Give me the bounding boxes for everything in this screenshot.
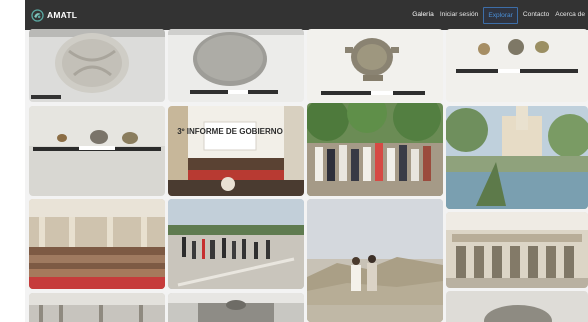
gallery-photo-building-dome[interactable] [168,293,304,322]
photo-image [446,291,588,322]
photo-image [446,212,588,288]
photo-image [29,293,165,322]
informe-sign-text: 3º INFORME DE GOBIERNO [177,127,283,136]
nav-menu: Galería Iniciar sesión Explorar Contacto… [409,0,588,30]
nav-link-galeria[interactable]: Galería [409,0,437,30]
gallery-photo-plaza-church[interactable] [446,106,588,209]
gallery-photo-three-stones[interactable] [446,29,588,102]
photo-image [307,103,443,196]
gallery-photo-stone-fragment[interactable] [29,29,165,102]
nav-link-contacto[interactable]: Contacto [520,0,552,30]
photo-image [446,106,588,209]
page-frame: AMATL Galería Iniciar sesión Explorar Co… [25,0,588,322]
nav-link-acerca-de[interactable]: Acerca de [552,0,588,30]
gallery-photo-arched-facade[interactable] [446,212,588,288]
gallery-photo-stone-object[interactable] [446,291,588,322]
gallery-photo-informe-stage[interactable]: 3º INFORME DE GOBIERNO [168,106,304,196]
photo-image [29,106,165,196]
photo-image [168,199,304,289]
gallery-photo-procession[interactable] [168,199,304,289]
nav-link-explorar[interactable]: Explorar [483,6,518,24]
photo-image [307,199,443,322]
amatl-logo-icon [31,8,44,22]
photo-image: 3º INFORME DE GOBIERNO [168,106,304,196]
nav-link-iniciar-sesion[interactable]: Iniciar sesión [437,0,481,30]
photo-image [307,29,443,102]
gallery-photo-stone-handles[interactable] [307,29,443,102]
gallery-photo-hillside-couple[interactable] [307,199,443,322]
photo-image [168,293,304,322]
gallery-photo-ceremony-hall[interactable] [29,106,165,196]
photo-image [446,29,588,102]
gallery-photo-stone-disk[interactable] [168,29,304,102]
gallery-photo-crowd-trees[interactable] [307,103,443,196]
brand-link[interactable]: AMATL [31,8,78,22]
photo-image [168,29,304,102]
top-navbar: AMATL Galería Iniciar sesión Explorar Co… [25,0,588,30]
gallery-photo-colonnade[interactable] [29,293,165,322]
gallery-photo-assembly[interactable] [29,199,165,289]
photo-image [29,29,165,102]
photo-image [29,199,165,289]
brand-name: AMATL [47,10,78,20]
